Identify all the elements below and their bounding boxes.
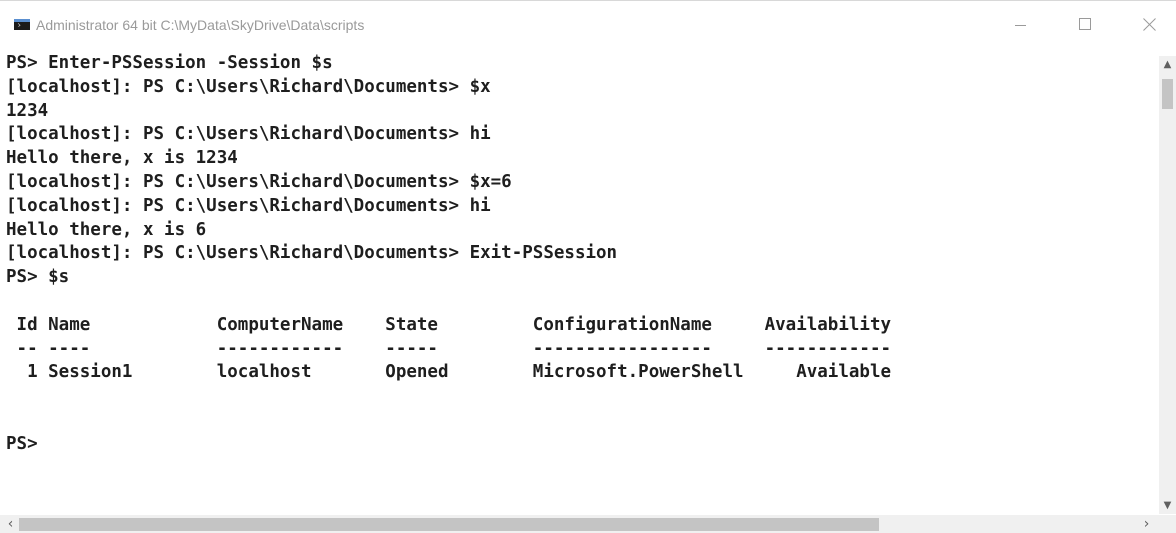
scroll-left-icon[interactable]: ‹ xyxy=(2,515,19,533)
vertical-scroll-thumb[interactable] xyxy=(1162,79,1173,109)
maximize-icon xyxy=(1079,18,1091,30)
scrollbar-corner xyxy=(1159,515,1176,533)
scroll-right-icon[interactable]: › xyxy=(1138,515,1155,533)
console-line: Id Name ComputerName State Configuration… xyxy=(6,314,892,335)
horizontal-scrollbar[interactable]: ‹ › xyxy=(0,515,1159,533)
console-output[interactable]: PS> Enter-PSSession -Session $s [localhos… xyxy=(6,52,1156,512)
console-line: PS> xyxy=(6,433,38,454)
close-icon xyxy=(1143,17,1157,31)
scroll-down-icon[interactable]: ▼ xyxy=(1159,497,1176,514)
console-line: PS> $s xyxy=(6,267,70,288)
console-line: -- ---- ------------ ----- -------------… xyxy=(6,338,892,359)
window-title: Administrator 64 bit C:\MyData\SkyDrive\… xyxy=(36,17,365,33)
console-line: 1 Session1 localhost Opened Microsoft.Po… xyxy=(6,362,892,383)
console-line: PS> Enter-PSSession -Session $s xyxy=(6,53,333,73)
close-button[interactable] xyxy=(1128,9,1172,39)
console-line: [localhost]: PS C:\Users\Richard\Documen… xyxy=(6,171,512,192)
console-window: Administrator 64 bit C:\MyData\SkyDrive\… xyxy=(0,0,1176,533)
minimize-button[interactable] xyxy=(998,9,1042,39)
vertical-scrollbar[interactable]: ▲ ▼ xyxy=(1159,56,1176,514)
console-line: [localhost]: PS C:\Users\Richard\Documen… xyxy=(6,195,491,216)
horizontal-scroll-thumb[interactable] xyxy=(19,518,879,531)
console-text[interactable]: PS> Enter-PSSession -Session $s [localhos… xyxy=(6,52,1156,457)
console-line: [localhost]: PS C:\Users\Richard\Documen… xyxy=(6,76,491,97)
console-line: Hello there, x is 6 xyxy=(6,219,207,240)
console-line: Hello there, x is 1234 xyxy=(6,148,238,169)
console-line: [localhost]: PS C:\Users\Richard\Documen… xyxy=(6,243,618,264)
console-app-icon[interactable] xyxy=(14,19,30,30)
scroll-up-icon[interactable]: ▲ xyxy=(1159,56,1176,73)
maximize-button[interactable] xyxy=(1063,9,1107,39)
console-line: [localhost]: PS C:\Users\Richard\Documen… xyxy=(6,124,491,145)
minimize-icon xyxy=(1014,24,1026,26)
console-line: 1234 xyxy=(6,100,49,121)
title-bar[interactable]: Administrator 64 bit C:\MyData\SkyDrive\… xyxy=(0,1,1176,39)
